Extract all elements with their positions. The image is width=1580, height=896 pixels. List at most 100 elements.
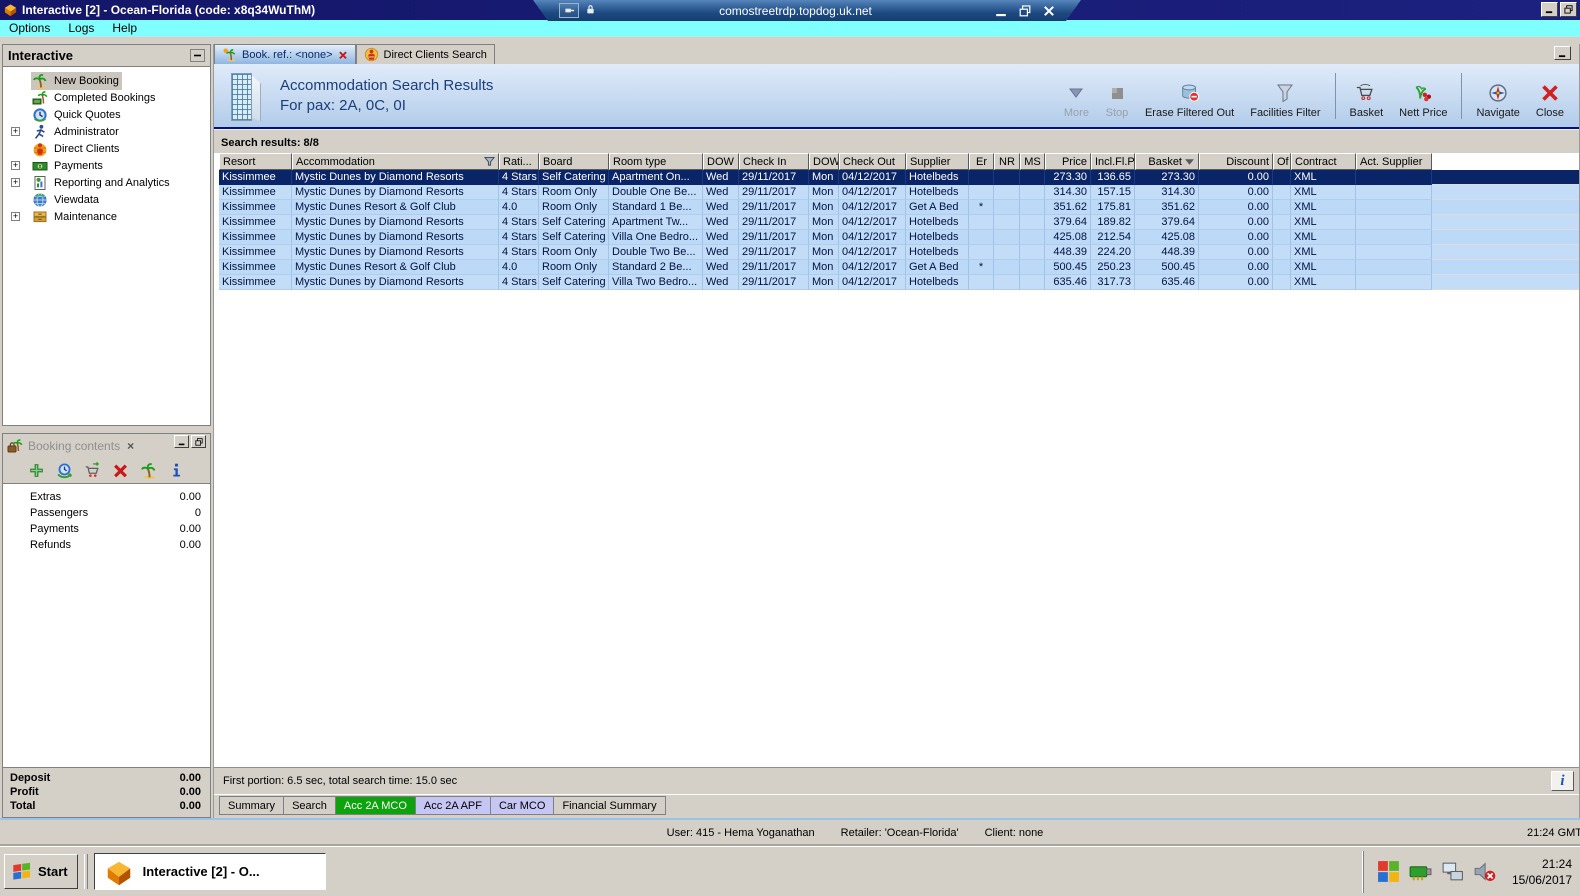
cell-act_supplier <box>1356 170 1432 185</box>
tray-network-card-icon[interactable] <box>1408 859 1433 884</box>
col-header-board[interactable]: Board <box>539 153 609 170</box>
cell-rating: 4 Stars <box>499 170 539 185</box>
drawers-icon <box>32 209 48 225</box>
col-header-room_type[interactable]: Room type <box>609 153 703 170</box>
sidebar-item-new-booking[interactable]: New Booking <box>3 71 210 90</box>
toolbar-erase-filtered-out-button[interactable]: Erase Filtered Out <box>1138 69 1241 123</box>
col-header-basket[interactable]: Basket <box>1135 153 1199 170</box>
table-row[interactable]: Kissimmee Mystic Dunes by Diamond Resorts… <box>219 215 1579 230</box>
toolbar-nett-price-button[interactable]: Nett Price <box>1392 69 1454 123</box>
toolbar-facilities-filter-button[interactable]: Facilities Filter <box>1243 69 1327 123</box>
booking-contents-close-icon[interactable]: × <box>125 439 136 453</box>
cell-dow2: Mon <box>809 260 839 275</box>
col-header-dow1[interactable]: DOW <box>703 153 739 170</box>
table-row[interactable]: Kissimmee Mystic Dunes by Diamond Resorts… <box>219 275 1579 290</box>
info-button[interactable]: i <box>1551 771 1574 791</box>
bottom-tab-search[interactable]: Search <box>284 796 336 815</box>
toolbar-basket-button[interactable]: Basket <box>1343 69 1391 123</box>
rdp-pin-button[interactable] <box>559 3 579 18</box>
col-header-incl_fl_pp[interactable]: Incl.Fl.PP <box>1091 153 1135 170</box>
col-header-act_supplier[interactable]: Act. Supplier <box>1356 153 1432 170</box>
grid-empty-row <box>1432 170 1579 185</box>
bottom-tab-financial-summary[interactable]: Financial Summary <box>554 796 666 815</box>
table-row[interactable]: Kissimmee Mystic Dunes by Diamond Resorts… <box>219 230 1579 245</box>
tab-direct-clients-search[interactable]: Direct Clients Search <box>355 44 495 64</box>
tab-book-ref-none[interactable]: Book. ref.: <none> <box>214 44 356 64</box>
tab-close-icon[interactable] <box>338 50 348 60</box>
menu-logs[interactable]: Logs <box>59 20 103 36</box>
toolbar-close-button[interactable]: Close <box>1529 69 1571 123</box>
bottom-tab-summary[interactable]: Summary <box>219 796 285 815</box>
col-header-resort[interactable]: Resort <box>219 153 292 170</box>
rdp-restore-button[interactable] <box>1019 5 1031 17</box>
tray-network-computer-icon[interactable] <box>1440 859 1465 884</box>
rdp-close-button[interactable] <box>1043 5 1055 17</box>
booking-toolbar-add-button[interactable] <box>28 462 45 479</box>
booking-panel-minimize-button[interactable] <box>174 435 189 448</box>
menu-options[interactable]: Options <box>0 20 59 36</box>
clock-date: 15/06/2017 <box>1511 872 1572 887</box>
tab-area-minimize-button[interactable] <box>1554 46 1571 60</box>
column-filter-icon[interactable] <box>484 156 495 167</box>
sidebar-item-quick-quotes[interactable]: Quick Quotes <box>3 106 210 123</box>
toolbar-navigate-button[interactable]: Navigate <box>1469 69 1526 123</box>
tray-volume-muted-icon[interactable] <box>1472 859 1497 884</box>
sidebar-item-maintenance[interactable]: + Maintenance <box>3 208 210 225</box>
col-header-check_out[interactable]: Check Out <box>839 153 906 170</box>
cell-nr <box>994 170 1020 185</box>
toolbar-more-button[interactable]: More <box>1057 69 1096 123</box>
booking-toolbar-move-to-basket-button[interactable] <box>84 462 101 479</box>
booking-toolbar-info-button[interactable] <box>168 462 185 479</box>
cell-rating: 4 Stars <box>499 185 539 200</box>
col-header-contract[interactable]: Contract <box>1291 153 1356 170</box>
sidebar-item-reporting-and-analytics[interactable]: + Reporting and Analytics <box>3 174 210 191</box>
col-header-dow2[interactable]: DOW <box>809 153 839 170</box>
table-row[interactable]: Kissimmee Mystic Dunes Resort & Golf Club… <box>219 200 1579 215</box>
window-restore-button[interactable] <box>1560 2 1577 17</box>
table-row[interactable]: Kissimmee Mystic Dunes by Diamond Resorts… <box>219 185 1579 200</box>
collapse-panel-button[interactable] <box>190 49 205 62</box>
expand-toggle-icon[interactable]: + <box>11 161 20 170</box>
col-header-price[interactable]: Price <box>1045 153 1091 170</box>
table-row[interactable]: Kissimmee Mystic Dunes by Diamond Resorts… <box>219 170 1579 185</box>
col-header-rating[interactable]: Rati... <box>499 153 539 170</box>
table-row[interactable]: Kissimmee Mystic Dunes by Diamond Resorts… <box>219 245 1579 260</box>
bottom-tab-car-mco[interactable]: Car MCO <box>490 796 555 815</box>
tray-antivirus-icon[interactable] <box>1376 859 1401 884</box>
col-header-accommodation[interactable]: Accommodation <box>292 153 499 170</box>
menu-help[interactable]: Help <box>103 20 146 36</box>
sidebar-item-administrator[interactable]: + Administrator <box>3 123 210 140</box>
col-header-supplier[interactable]: Supplier <box>906 153 969 170</box>
col-header-check_in[interactable]: Check In <box>739 153 809 170</box>
col-header-of[interactable]: Of <box>1273 153 1291 170</box>
expand-toggle-icon[interactable]: + <box>11 178 20 187</box>
bottom-tab-acc-2a-apf[interactable]: Acc 2A APF <box>415 796 491 815</box>
rdp-host-label: comostreetrdp.topdog.uk.net <box>719 3 872 18</box>
window-minimize-button[interactable] <box>1541 2 1558 17</box>
rdp-minimize-button[interactable] <box>995 5 1007 17</box>
expand-toggle-icon[interactable]: + <box>11 127 20 136</box>
sidebar-item-payments[interactable]: + Payments <box>3 157 210 174</box>
sidebar-item-completed-bookings[interactable]: Completed Bookings <box>3 89 210 106</box>
toolbar-stop-button[interactable]: Stop <box>1098 69 1136 123</box>
booking-contents-row: Extras 0.00 <box>3 489 210 505</box>
booking-toolbar-refresh-button[interactable] <box>56 462 73 479</box>
col-header-ms[interactable]: MS <box>1020 153 1045 170</box>
col-header-discount[interactable]: Discount <box>1199 153 1273 170</box>
booking-panel-maximize-button[interactable] <box>191 435 206 448</box>
sidebar-item-label: Quick Quotes <box>54 108 121 121</box>
col-header-nr[interactable]: NR <box>994 153 1020 170</box>
sidebar-item-direct-clients[interactable]: Direct Clients <box>3 140 210 157</box>
expand-toggle-icon[interactable]: + <box>11 212 20 221</box>
table-row[interactable]: Kissimmee Mystic Dunes Resort & Golf Club… <box>219 260 1579 275</box>
start-button[interactable]: Start <box>4 854 78 889</box>
booking-toolbar-new-booking-button[interactable] <box>140 462 157 479</box>
bottom-tab-acc-2a-mco[interactable]: Acc 2A MCO <box>335 796 416 815</box>
booking-total-label: Deposit <box>10 772 51 784</box>
taskbar-task-button[interactable]: Interactive [2] - O... <box>93 853 326 890</box>
booking-contents-title: Booking contents <box>28 439 121 453</box>
booking-toolbar-delete-button[interactable] <box>112 462 129 479</box>
cell-nr <box>994 245 1020 260</box>
col-header-er[interactable]: Er <box>969 153 994 170</box>
sidebar-item-viewdata[interactable]: Viewdata <box>3 191 210 208</box>
